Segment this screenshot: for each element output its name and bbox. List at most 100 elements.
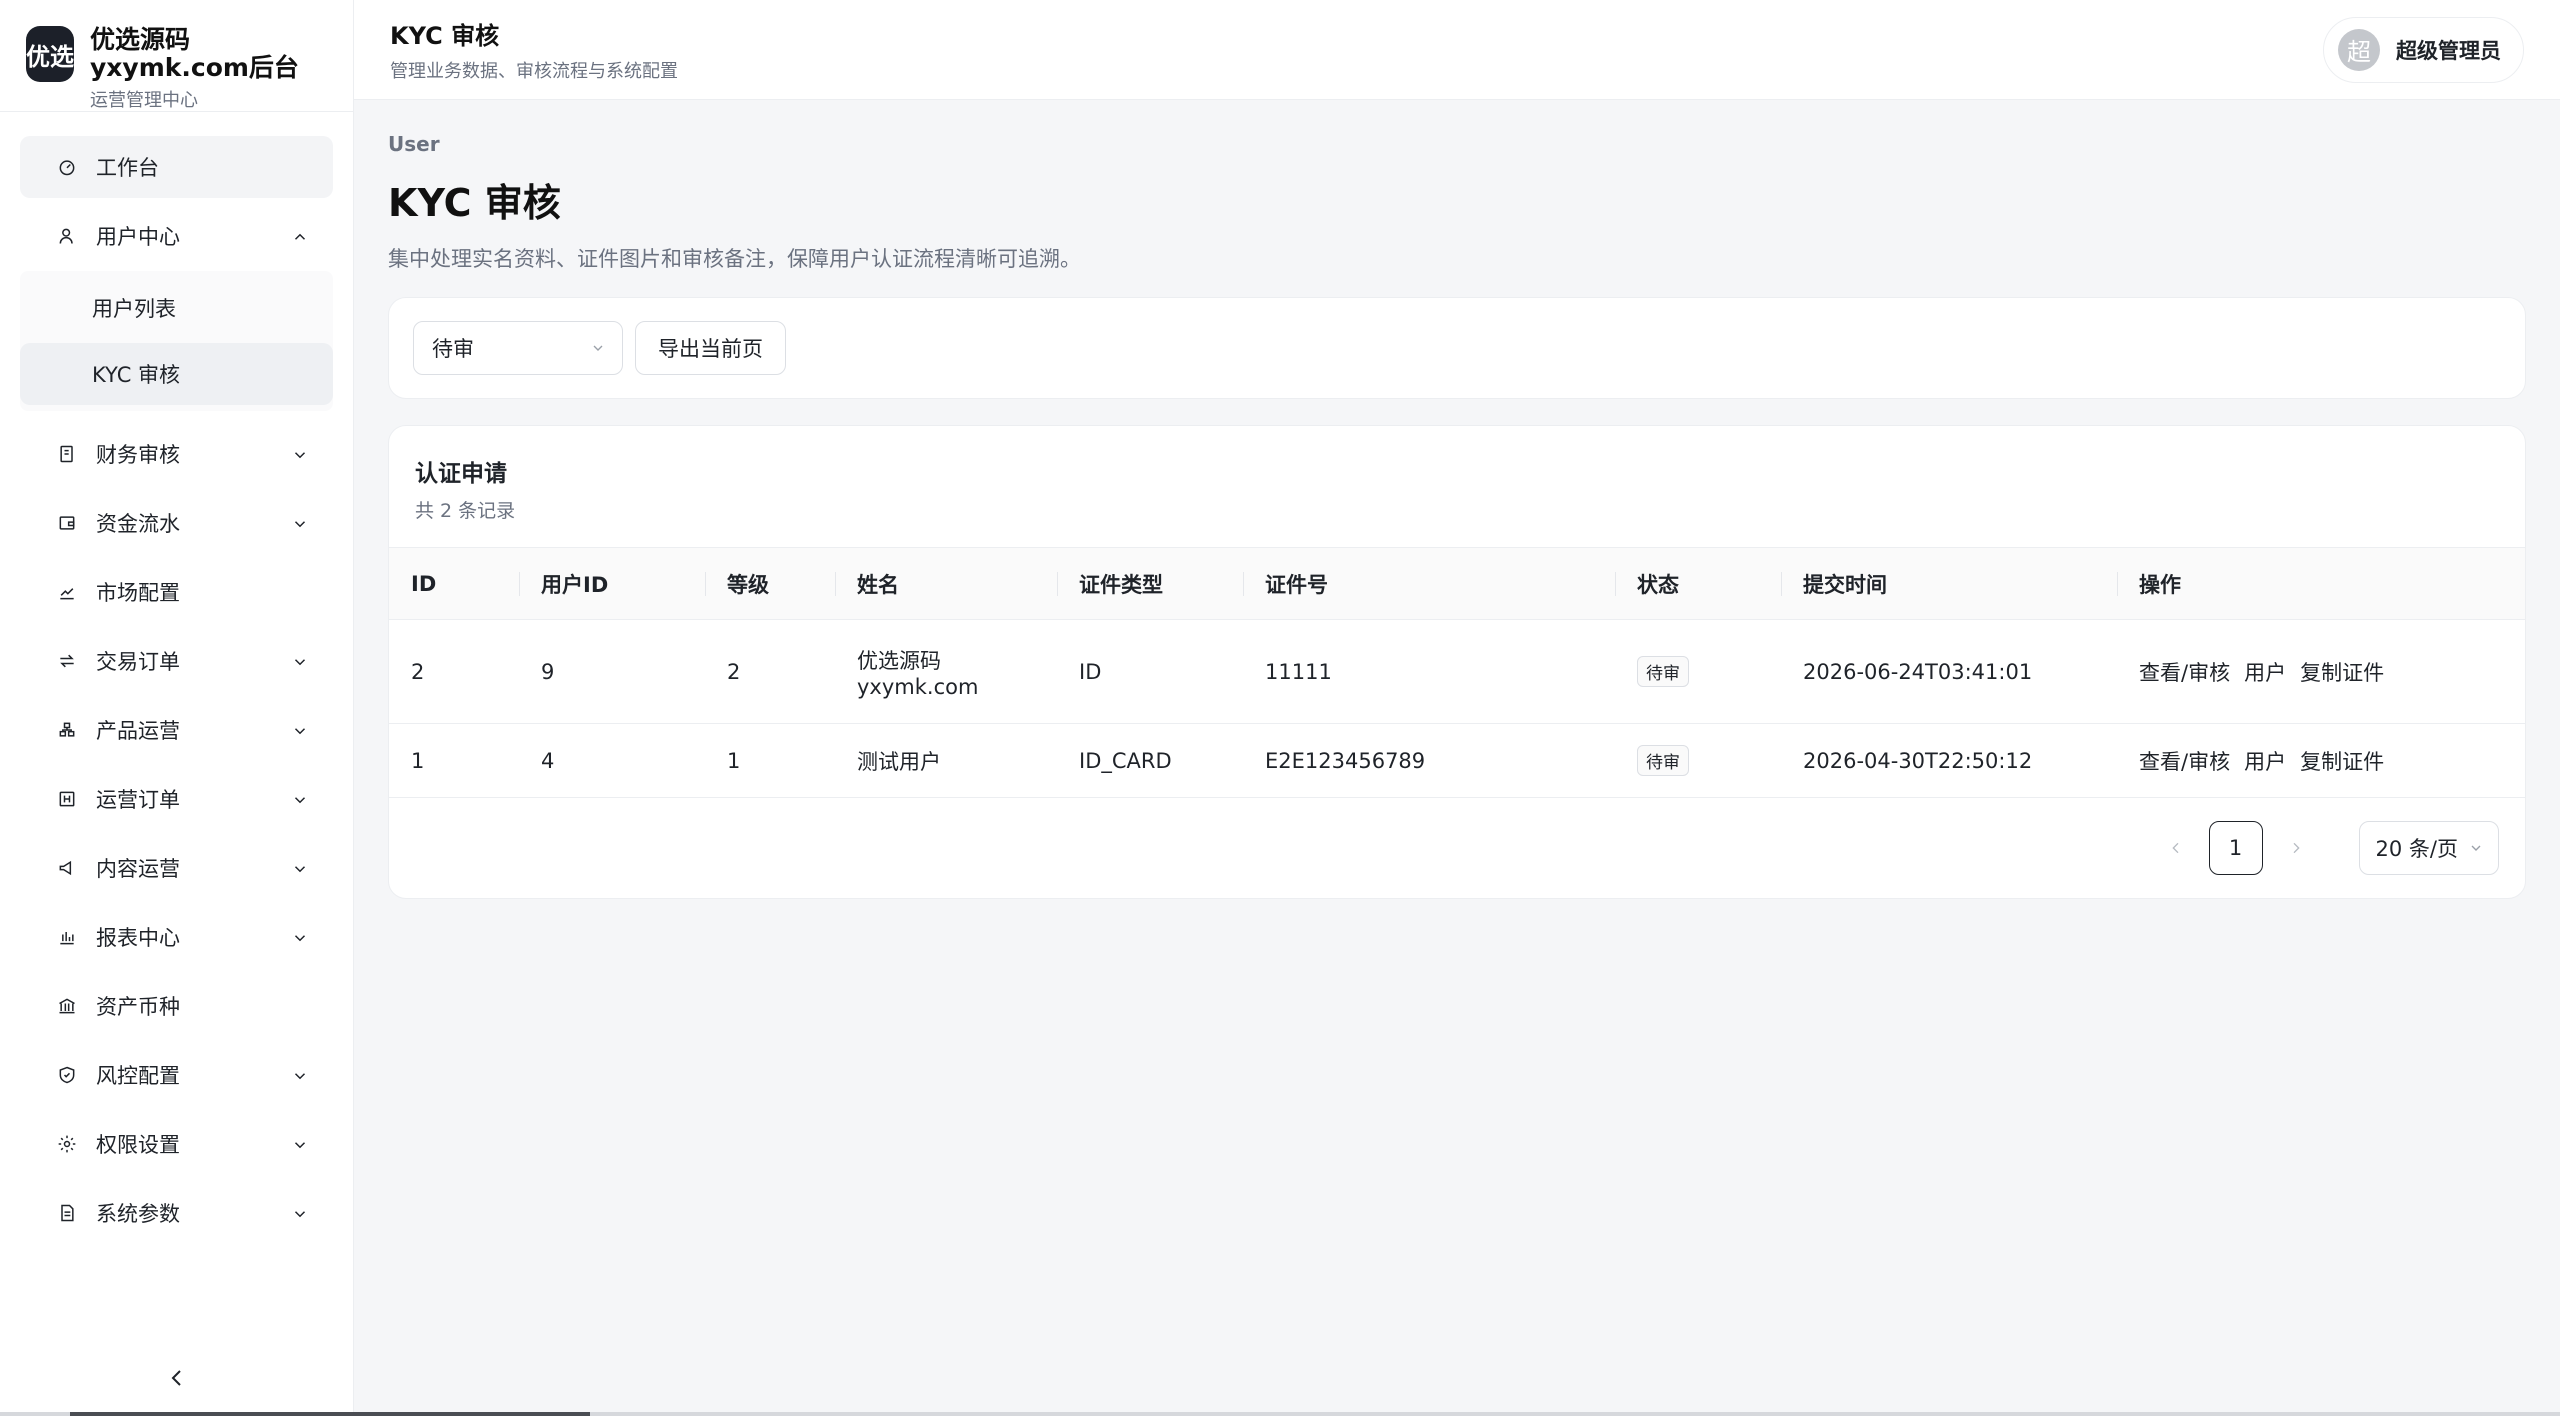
sidebar: 优选 优选源码yxymk.com后台 运营管理中心 工作台 用户中心 用户列表 … (0, 0, 354, 1416)
sidebar-item-label: 资金流水 (96, 512, 180, 536)
sidebar-collapse-button[interactable] (166, 1366, 190, 1390)
chevron-right-icon (2293, 842, 2300, 854)
cell-id: 1 (389, 723, 519, 798)
page-number-current[interactable]: 1 (2208, 821, 2263, 875)
user-menu[interactable]: 超 超级管理员 (2323, 16, 2524, 83)
sidebar-item-label: 权限设置 (96, 1133, 180, 1157)
brand-logo: 优选 (26, 26, 74, 82)
user-link[interactable]: 用户 (2244, 661, 2286, 685)
copy-document-link[interactable]: 复制证件 (2300, 661, 2384, 685)
bank-icon (56, 995, 78, 1017)
cell-doc-no: 11111 (1243, 619, 1615, 724)
next-page-button[interactable] (2281, 833, 2311, 863)
cell-submitted: 2026-06-24T03:41:01 (1781, 619, 2117, 724)
breadcrumb: User (388, 132, 440, 156)
sidebar-item-dashboard[interactable]: 工作台 (20, 136, 333, 198)
brand-title: 优选源码yxymk.com后台 (90, 25, 299, 82)
sidebar-item-kyc[interactable]: KYC 审核 (20, 343, 333, 405)
sidebar-item-fund-flow[interactable]: 资金流水 (20, 492, 333, 554)
order-icon (56, 788, 78, 810)
user-link[interactable]: 用户 (2244, 750, 2286, 774)
trend-icon (56, 581, 78, 603)
sidebar-item-label: 用户中心 (96, 225, 180, 249)
sidebar-item-user-center[interactable]: 用户中心 (20, 205, 333, 267)
topbar-title: KYC 审核 (390, 22, 500, 50)
sidebar-item-label: 产品运营 (96, 719, 180, 743)
sidebar-item-asset-currency[interactable]: 资产币种 (20, 975, 333, 1037)
wallet-icon (56, 512, 78, 534)
user-center-submenu: 用户列表 KYC 审核 (20, 271, 333, 411)
sidebar-nav: 工作台 用户中心 用户列表 KYC 审核 财务审核 资金流水 市场配置 交易订单… (0, 112, 353, 1244)
sidebar-item-label: 风控配置 (96, 1064, 180, 1088)
column-header-doc-no: 证件号 (1243, 547, 1615, 620)
shield-icon (56, 1064, 78, 1086)
cell-id: 2 (389, 619, 519, 724)
column-header-doc-type: 证件类型 (1057, 547, 1243, 620)
table-row: 1 4 1 测试用户 ID_CARD E2E123456789 待审 2026-… (389, 723, 2525, 798)
cell-level: 2 (705, 619, 835, 724)
window-scrollbar[interactable] (0, 1412, 2560, 1416)
chevron-down-icon (291, 652, 309, 670)
sidebar-item-ops-orders[interactable]: 运营订单 (20, 768, 333, 830)
sidebar-item-label: 市场配置 (96, 581, 180, 605)
sidebar-item-product-ops[interactable]: 产品运营 (20, 699, 333, 761)
sidebar-item-content-ops[interactable]: 内容运营 (20, 837, 333, 899)
chevron-down-icon (291, 721, 309, 739)
brand: 优选 优选源码yxymk.com后台 运营管理中心 (0, 0, 353, 112)
table-record-count: 共 2 条记录 (415, 500, 516, 522)
sidebar-item-system-params[interactable]: 系统参数 (20, 1182, 333, 1244)
cell-submitted: 2026-04-30T22:50:12 (1781, 723, 2117, 798)
chevron-down-icon (291, 1135, 309, 1153)
sidebar-item-label: 工作台 (96, 156, 159, 180)
chevron-down-icon (2471, 845, 2481, 851)
sidebar-item-label: 报表中心 (96, 926, 180, 950)
brand-subtitle: 运营管理中心 (90, 90, 198, 111)
chevron-down-icon (291, 928, 309, 946)
cell-name: 测试用户 (835, 723, 1057, 798)
sidebar-item-label: 财务审核 (96, 443, 180, 467)
chevron-down-icon (291, 859, 309, 877)
cell-user-id: 9 (519, 619, 705, 724)
copy-document-link[interactable]: 复制证件 (2300, 750, 2384, 774)
chevron-up-icon (291, 227, 309, 245)
chevron-down-icon (291, 1066, 309, 1084)
sidebar-item-market-config[interactable]: 市场配置 (20, 561, 333, 623)
sidebar-item-label: 内容运营 (96, 857, 180, 881)
sidebar-item-user-list[interactable]: 用户列表 (20, 277, 333, 339)
megaphone-icon (56, 857, 78, 879)
review-link[interactable]: 查看/审核 (2139, 750, 2230, 774)
cell-doc-type: ID_CARD (1057, 723, 1243, 798)
column-header-level: 等级 (705, 547, 835, 620)
cell-doc-no: E2E123456789 (1243, 723, 1615, 798)
sidebar-item-label: 运营订单 (96, 788, 180, 812)
bar-chart-icon (56, 926, 78, 948)
column-header-name: 姓名 (835, 547, 1057, 620)
kyc-table-card: 认证申请 共 2 条记录 ID 用户ID 等级 姓名 证件类型 证件号 状态 提… (388, 425, 2526, 899)
sidebar-item-risk-config[interactable]: 风控配置 (20, 1044, 333, 1106)
finance-icon (56, 443, 78, 465)
status-select-value: 待审 (432, 337, 474, 361)
column-header-user-id: 用户ID (519, 547, 705, 620)
page-size-select[interactable]: 20 条/页 (2358, 821, 2499, 875)
export-page-button[interactable]: 导出当前页 (635, 321, 786, 375)
user-icon (56, 225, 78, 247)
topbar: KYC 审核 管理业务数据、审核流程与系统配置 超 超级管理员 (354, 0, 2560, 100)
column-header-id: ID (389, 547, 519, 620)
cell-user-id: 4 (519, 723, 705, 798)
cell-actions: 查看/审核 用户 复制证件 (2117, 723, 2525, 798)
review-link[interactable]: 查看/审核 (2139, 661, 2230, 685)
sidebar-item-reports[interactable]: 报表中心 (20, 906, 333, 968)
chevron-left-icon (2171, 842, 2178, 854)
sidebar-item-finance-review[interactable]: 财务审核 (20, 423, 333, 485)
cell-actions: 查看/审核 用户 复制证件 (2117, 619, 2525, 724)
page-description: 集中处理实名资料、证件图片和审核备注，保障用户认证流程清晰可追溯。 (388, 247, 1081, 271)
table-header-row: ID 用户ID 等级 姓名 证件类型 证件号 状态 提交时间 操作 (389, 547, 2525, 620)
column-header-submitted: 提交时间 (1781, 547, 2117, 620)
sidebar-item-permissions[interactable]: 权限设置 (20, 1113, 333, 1175)
status-select[interactable]: 待审 (413, 321, 623, 375)
sidebar-item-trade-orders[interactable]: 交易订单 (20, 630, 333, 692)
sidebar-item-label: 系统参数 (96, 1202, 180, 1226)
chevron-down-icon (291, 790, 309, 808)
prev-page-button[interactable] (2161, 833, 2191, 863)
product-icon (56, 719, 78, 741)
